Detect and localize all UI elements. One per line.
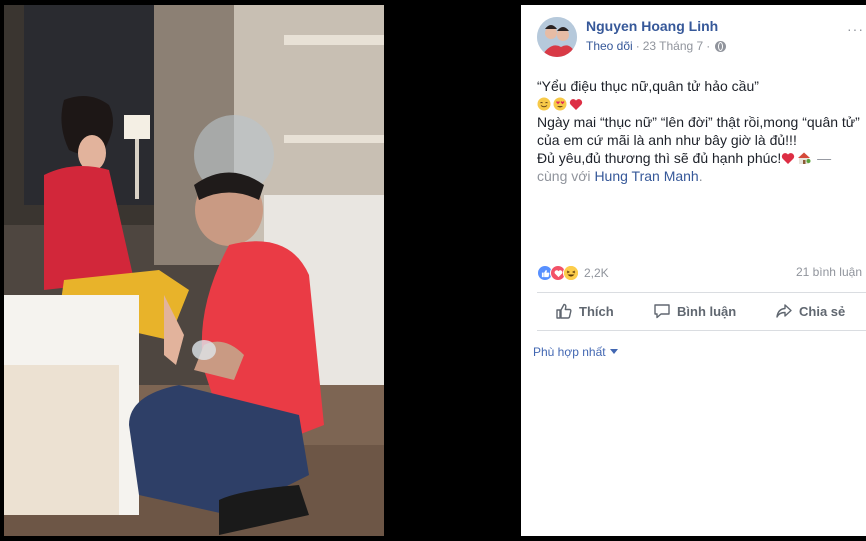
follow-link[interactable]: Theo dõi: [586, 39, 633, 53]
meta-separator: ·: [635, 39, 640, 53]
post-line-emoji: [537, 95, 862, 113]
divider-bottom: [537, 330, 866, 331]
smiling-face-icon: [537, 97, 551, 111]
avatar-image: [537, 17, 577, 57]
post-line-4: của em cứ mãi là anh như bây giờ là đủ!!…: [537, 132, 797, 148]
with-label: cùng với: [537, 168, 595, 184]
post-meta: Theo dõi · 23 Tháng 7 ·: [586, 39, 727, 53]
reaction-count[interactable]: 2,2K: [584, 266, 609, 280]
share-icon: [776, 304, 792, 318]
heart-eyes-icon: [553, 97, 567, 111]
house-icon: [798, 152, 811, 164]
thumbs-up-icon: [556, 303, 572, 319]
post-side-panel: Nguyen Hoang Linh Theo dõi · 23 Tháng 7 …: [521, 5, 866, 536]
post-photo[interactable]: [4, 5, 384, 536]
share-button[interactable]: Chia sẻ: [775, 302, 845, 320]
photo-image: [4, 5, 384, 536]
post-date[interactable]: 23 Tháng 7: [643, 39, 704, 53]
period: .: [698, 168, 703, 184]
red-heart-icon: [782, 153, 795, 164]
comment-sort-dropdown[interactable]: Phù hợp nhất: [533, 345, 618, 359]
meta-separator-2: ·: [706, 39, 711, 53]
globe-icon[interactable]: [715, 40, 727, 52]
post-line-6: cùng với Hung Tran Manh.: [537, 167, 862, 185]
more-options-icon[interactable]: ···: [847, 21, 864, 37]
dash: —: [813, 150, 832, 166]
post-line-5: Đủ yêu,đủ thương thì sẽ đủ hạnh phúc! —: [537, 149, 862, 167]
comment-icon: [654, 304, 670, 319]
author-name[interactable]: Nguyen Hoang Linh: [586, 18, 718, 34]
post-line-5-text: Đủ yêu,đủ thương thì sẽ đủ hạnh phúc!: [537, 150, 782, 166]
reactions-summary[interactable]: 2,2K: [537, 265, 609, 281]
tagged-user-link[interactable]: Hung Tran Manh: [594, 168, 698, 184]
share-label: Chia sẻ: [799, 303, 846, 319]
comment-button[interactable]: Bình luận: [653, 302, 736, 320]
haha-reaction-icon: [563, 265, 579, 281]
like-button[interactable]: Thích: [555, 302, 614, 320]
comment-count[interactable]: 21 bình luận: [796, 265, 862, 279]
post-actions: Thích Bình luận Chia sẻ: [537, 293, 866, 329]
comment-label: Bình luận: [677, 303, 737, 319]
post-text: “Yểu điệu thục nữ,quân tử hảo cầu” Ngày …: [537, 77, 862, 185]
sort-label: Phù hợp nhất: [533, 345, 606, 359]
red-heart-icon: [569, 99, 583, 110]
post-line-3: Ngày mai “thục nữ” “lên đời” thật rồi,mo…: [537, 114, 860, 130]
avatar[interactable]: [537, 17, 577, 57]
post-line-1: “Yểu điệu thục nữ,quân tử hảo cầu”: [537, 78, 759, 94]
caret-down-icon: [609, 349, 618, 354]
like-label: Thích: [579, 303, 614, 319]
